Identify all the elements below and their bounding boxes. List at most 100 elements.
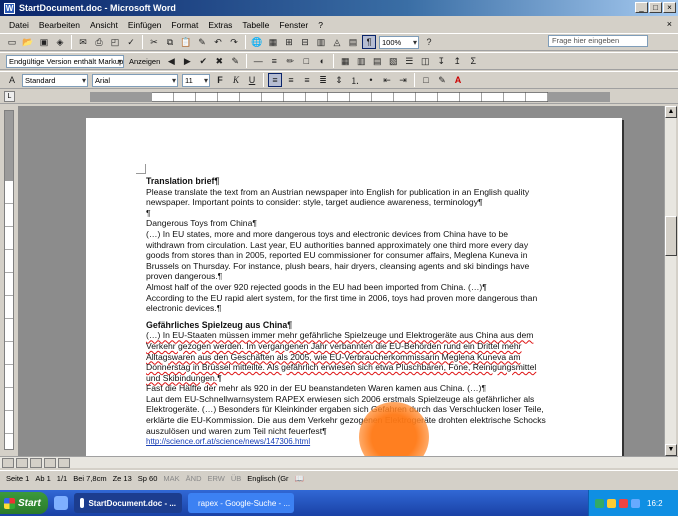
columns-icon[interactable]: ▥ bbox=[314, 35, 328, 49]
print-layout-icon[interactable] bbox=[30, 457, 42, 468]
spelling-icon[interactable]: ✓ bbox=[124, 35, 138, 49]
menu-fenster[interactable]: Fenster bbox=[274, 20, 313, 30]
scroll-up-icon[interactable]: ▲ bbox=[665, 106, 677, 118]
sum-icon[interactable]: Σ bbox=[466, 54, 480, 68]
document-map-icon[interactable]: ▤ bbox=[346, 35, 360, 49]
web-view-icon[interactable] bbox=[16, 457, 28, 468]
tab-selector-icon[interactable]: L bbox=[4, 91, 15, 102]
reading-view-icon[interactable] bbox=[58, 457, 70, 468]
comment-icon[interactable]: ✎ bbox=[228, 54, 242, 68]
bullets-icon[interactable]: • bbox=[364, 73, 378, 87]
status-language[interactable]: Englisch (Gr bbox=[247, 474, 288, 483]
tray-security-icon[interactable] bbox=[619, 498, 628, 508]
merge-cells-icon[interactable]: ▥ bbox=[354, 54, 368, 68]
line-spacing-icon[interactable]: ⇕ bbox=[332, 73, 346, 87]
print-icon[interactable]: ⎙ bbox=[92, 35, 106, 49]
autoformat-icon[interactable]: ◫ bbox=[418, 54, 432, 68]
maximize-button[interactable]: □ bbox=[649, 2, 662, 13]
taskbar-item-browser[interactable]: rapex - Google-Suche - ... bbox=[188, 493, 294, 513]
taskbar-item-word[interactable]: StartDocument.doc - ... bbox=[74, 493, 182, 513]
insert-excel-icon[interactable]: ⊟ bbox=[298, 35, 312, 49]
font-select[interactable]: Arial bbox=[92, 73, 178, 87]
open-icon[interactable]: 📂 bbox=[21, 35, 35, 49]
scroll-down-icon[interactable]: ▼ bbox=[665, 444, 677, 456]
line-style-icon[interactable]: — bbox=[251, 54, 265, 68]
outline-view-icon[interactable] bbox=[44, 457, 56, 468]
menu-format[interactable]: Format bbox=[166, 20, 203, 30]
vertical-scrollbar[interactable]: ▲ ▼ bbox=[664, 106, 677, 456]
help-icon[interactable]: ? bbox=[422, 35, 436, 49]
underline-button[interactable]: U bbox=[245, 73, 259, 87]
minimize-button[interactable]: _ bbox=[635, 2, 648, 13]
permission-icon[interactable]: ◈ bbox=[53, 35, 67, 49]
save-icon[interactable]: ▣ bbox=[37, 35, 51, 49]
close-button[interactable]: × bbox=[663, 2, 676, 13]
align-right-icon[interactable]: ≡ bbox=[300, 73, 314, 87]
print-preview-icon[interactable]: ◰ bbox=[108, 35, 122, 49]
horizontal-ruler[interactable]: L bbox=[0, 90, 678, 104]
numbering-icon[interactable]: ⒈ bbox=[348, 73, 362, 87]
status-ub[interactable]: ÜB bbox=[231, 474, 241, 483]
drawing-icon[interactable]: ◬ bbox=[330, 35, 344, 49]
source-link[interactable]: http://science.orf.at/science/news/14730… bbox=[146, 437, 310, 446]
markup-mode-select[interactable]: Endgültige Version enthält Markups bbox=[6, 54, 124, 68]
normal-view-icon[interactable] bbox=[2, 457, 14, 468]
menu-ansicht[interactable]: Ansicht bbox=[85, 20, 123, 30]
style-select[interactable]: Standard bbox=[22, 73, 88, 87]
horizontal-scrollbar[interactable] bbox=[0, 456, 678, 468]
menu-bearbeiten[interactable]: Bearbeiten bbox=[34, 20, 85, 30]
document-page[interactable]: Translation brief¶ Please translate the … bbox=[86, 118, 622, 456]
font-size-select[interactable]: 11 bbox=[182, 73, 210, 87]
hyperlink-icon[interactable]: 🌐 bbox=[250, 35, 264, 49]
highlight-icon[interactable]: ✎ bbox=[435, 73, 449, 87]
accept-change-icon[interactable]: ✔ bbox=[196, 54, 210, 68]
menu-einfuegen[interactable]: Einfügen bbox=[123, 20, 167, 30]
tray-update-icon[interactable] bbox=[631, 498, 640, 508]
redo-icon[interactable]: ↷ bbox=[227, 35, 241, 49]
scroll-thumb[interactable] bbox=[665, 216, 677, 256]
previous-change-icon[interactable]: ◀ bbox=[164, 54, 178, 68]
status-erw[interactable]: ERW bbox=[208, 474, 225, 483]
next-change-icon[interactable]: ▶ bbox=[180, 54, 194, 68]
sort-descending-icon[interactable]: ↥ bbox=[450, 54, 464, 68]
align-left-icon[interactable]: ≡ bbox=[268, 73, 282, 87]
status-aend[interactable]: ÄND bbox=[186, 474, 202, 483]
split-cells-icon[interactable]: ▤ bbox=[370, 54, 384, 68]
menu-tabelle[interactable]: Tabelle bbox=[237, 20, 274, 30]
bold-button[interactable]: F bbox=[213, 73, 227, 87]
document-area[interactable]: Translation brief¶ Please translate the … bbox=[18, 106, 664, 456]
spellcheck-status-icon[interactable]: 📖 bbox=[295, 474, 304, 483]
vertical-ruler[interactable] bbox=[4, 110, 14, 450]
font-color-icon[interactable]: A bbox=[451, 73, 465, 87]
show-formatting-icon[interactable]: ¶ bbox=[362, 35, 376, 49]
tray-network-icon[interactable] bbox=[595, 498, 604, 508]
shading-color-icon[interactable]: ◐ bbox=[315, 54, 329, 68]
outside-border-2-icon[interactable]: □ bbox=[419, 73, 433, 87]
sort-ascending-icon[interactable]: ↧ bbox=[434, 54, 448, 68]
decrease-indent-icon[interactable]: ⇤ bbox=[380, 73, 394, 87]
distribute-rows-icon[interactable]: ☰ bbox=[402, 54, 416, 68]
outside-border-icon[interactable]: □ bbox=[299, 54, 313, 68]
status-mak[interactable]: MAK bbox=[163, 474, 179, 483]
insert-table-icon[interactable]: ⊞ bbox=[282, 35, 296, 49]
tables-borders-icon[interactable]: ▦ bbox=[266, 35, 280, 49]
document-close-icon[interactable]: × bbox=[667, 19, 672, 29]
zoom-select[interactable]: 100% bbox=[379, 35, 419, 49]
tray-volume-icon[interactable] bbox=[607, 498, 616, 508]
menu-extras[interactable]: Extras bbox=[203, 20, 237, 30]
document-text[interactable]: Translation brief¶ Please translate the … bbox=[146, 176, 546, 448]
quick-launch-icon[interactable] bbox=[54, 496, 68, 510]
align-center-icon[interactable]: ≡ bbox=[284, 73, 298, 87]
border-color-icon[interactable]: ✏ bbox=[283, 54, 297, 68]
format-painter-icon[interactable]: ✎ bbox=[195, 35, 209, 49]
menu-datei[interactable]: Datei bbox=[4, 20, 34, 30]
increase-indent-icon[interactable]: ⇥ bbox=[396, 73, 410, 87]
copy-icon[interactable]: ⧉ bbox=[163, 35, 177, 49]
cut-icon[interactable]: ✂ bbox=[147, 35, 161, 49]
undo-icon[interactable]: ↶ bbox=[211, 35, 225, 49]
align-cells-icon[interactable]: ▧ bbox=[386, 54, 400, 68]
start-button[interactable]: Start bbox=[0, 492, 48, 514]
justify-icon[interactable]: ≣ bbox=[316, 73, 330, 87]
email-icon[interactable]: ✉ bbox=[76, 35, 90, 49]
reject-change-icon[interactable]: ✖ bbox=[212, 54, 226, 68]
